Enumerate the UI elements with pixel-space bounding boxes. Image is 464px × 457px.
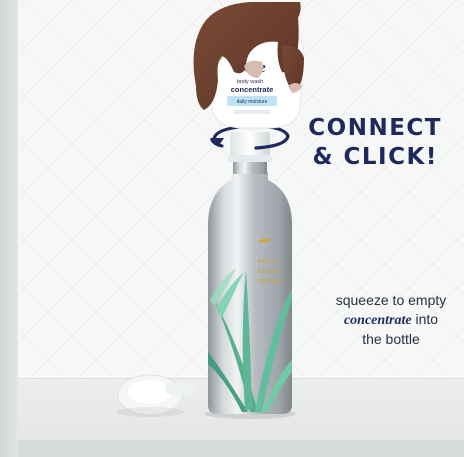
caption-line1: squeeze to empty bbox=[335, 292, 447, 308]
bottle-line-refill: REFILL bbox=[258, 259, 282, 265]
instruction-caption: squeeze to empty concentrate into the bo… bbox=[318, 291, 464, 349]
caption-emphasis: concentrate bbox=[343, 313, 412, 328]
headline: CONNECT & CLICK! bbox=[308, 114, 442, 172]
product-illustration: REFILL REUSE REPEAT Dove body wash conce… bbox=[116, 2, 305, 419]
removed-cap bbox=[116, 374, 195, 417]
product-photo: REFILL REUSE REPEAT Dove body wash conce… bbox=[0, 0, 464, 457]
caption-line2-rest: into bbox=[411, 311, 439, 327]
aluminum-bottle bbox=[208, 160, 292, 414]
headline-line2: & CLICK! bbox=[312, 144, 438, 170]
caption-line3: the bottle bbox=[362, 331, 420, 347]
caption-line2: concentrate into bbox=[318, 310, 464, 330]
cartridge-variant: daily moisture bbox=[237, 99, 268, 105]
cartridge-line2: concentrate bbox=[231, 85, 274, 94]
bottle-line-reuse: REUSE bbox=[258, 269, 281, 275]
bottle-line-repeat: REPEAT bbox=[258, 279, 285, 285]
headline-line1: CONNECT bbox=[308, 115, 442, 141]
